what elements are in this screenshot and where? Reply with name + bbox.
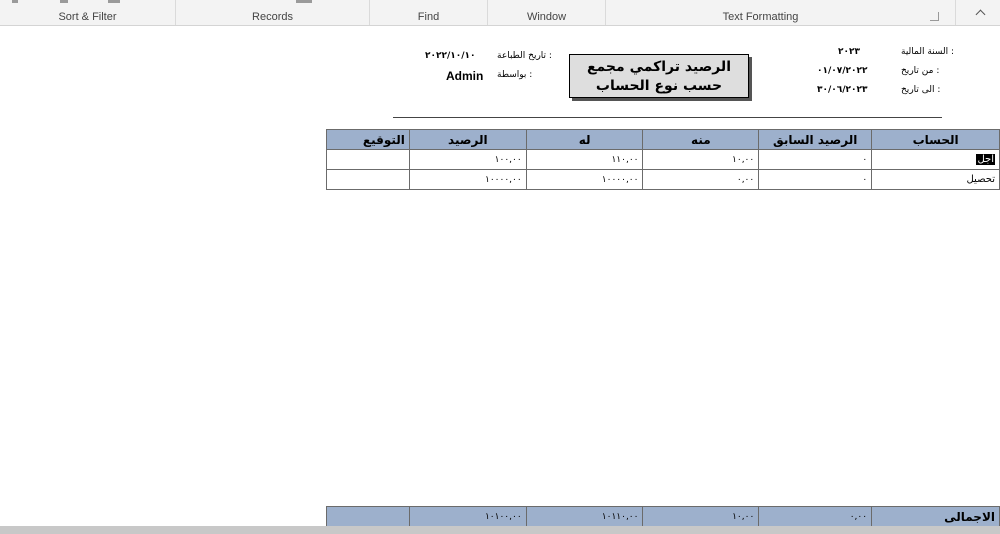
cell-credit: ١١٠,٠٠: [525, 149, 644, 170]
cell-signature: [326, 169, 410, 190]
report-table: التوقيع الرصيد له منه الرصيد السابق الحس…: [326, 129, 1000, 190]
print-date-value: ٢٠٢٢/١٠/١٠: [425, 51, 476, 61]
totals-table: ١٠١٠٠,٠٠ ١٠١١٠,٠٠ ١٠,٠٠ ٠,٠٠ الاجمالى: [326, 506, 1000, 527]
ribbon-group-find: Find: [370, 0, 488, 25]
header-divider: [393, 117, 942, 118]
table-row: ١٠٠٠٠,٠٠ ١٠٠٠٠,٠٠ ٠,٠٠ ٠ تحصيل: [326, 169, 1000, 190]
col-header-prev-balance: الرصيد السابق: [758, 129, 873, 150]
by-label: بواسطة :: [497, 70, 533, 80]
to-date-label: الى تاريخ :: [901, 85, 941, 95]
ribbon-group-sort-filter: Sort & Filter: [0, 0, 176, 25]
cell-account-selected-text[interactable]: آجل: [976, 154, 995, 165]
fiscal-year-label: السنة المالية :: [901, 47, 955, 57]
ribbon-group-text-formatting: Text Formatting: [606, 0, 956, 25]
ribbon: Sort & Filter Records Find Window Text F…: [0, 0, 1000, 26]
to-date-value: ٣٠/٠٦/٢٠٢٣: [817, 85, 868, 95]
from-date-label: من تاريخ :: [901, 66, 940, 76]
report-title: الرصيد تراكمي مجمع حسب نوع الحساب: [569, 54, 749, 98]
col-header-credit: له: [525, 129, 644, 150]
table-row: ١٠٠,٠٠ ١١٠,٠٠ ١٠,٠٠ ٠ آجل: [326, 149, 1000, 170]
cell-credit: ١٠٠٠٠,٠٠: [525, 169, 644, 190]
col-header-signature: التوقيع: [326, 129, 410, 150]
report-canvas: السنة المالية : ٢٠٢٣ من تاريخ : ٠١/٠٧/٢٠…: [0, 26, 1000, 527]
print-date-label: تاريخ الطباعة :: [497, 51, 552, 61]
totals-row: ١٠١٠٠,٠٠ ١٠١١٠,٠٠ ١٠,٠٠ ٠,٠٠ الاجمالى: [326, 506, 1000, 527]
collapse-ribbon-icon[interactable]: [974, 7, 988, 20]
from-date-value: ٠١/٠٧/٢٠٢٢: [817, 66, 868, 76]
total-signature: [326, 506, 410, 527]
cell-balance: ١٠٠٠٠,٠٠: [408, 169, 527, 190]
ribbon-group-label: Find: [417, 11, 440, 23]
total-debit: ١٠,٠٠: [642, 506, 760, 527]
ribbon-group-label: Window: [526, 11, 567, 23]
total-prev-balance: ٠,٠٠: [758, 506, 873, 527]
by-value: Admin: [446, 69, 484, 83]
ribbon-group-records: Records: [176, 0, 370, 25]
cell-debit: ١٠,٠٠: [642, 149, 760, 170]
cell-balance: ١٠٠,٠٠: [408, 149, 527, 170]
cell-debit: ٠,٠٠: [642, 169, 760, 190]
ribbon-group-window: Window: [488, 0, 606, 25]
cell-prev-balance: ٠: [758, 169, 873, 190]
cell-signature: [326, 149, 410, 170]
horizontal-scrollbar[interactable]: [0, 526, 1000, 534]
ribbon-group-label: Sort & Filter: [58, 11, 117, 23]
col-header-balance: الرصيد: [408, 129, 527, 150]
cell-prev-balance: ٠: [758, 149, 873, 170]
fiscal-year-value: ٢٠٢٣: [838, 47, 860, 57]
ribbon-group-label: Records: [252, 11, 293, 23]
col-header-account: الحساب: [871, 129, 1000, 150]
table-header-row: التوقيع الرصيد له منه الرصيد السابق الحس…: [326, 129, 1000, 150]
cell-account[interactable]: آجل: [871, 149, 1000, 170]
total-credit: ١٠١١٠,٠٠: [525, 506, 644, 527]
dialog-launcher-icon[interactable]: [930, 12, 939, 21]
total-label: الاجمالى: [871, 506, 1000, 527]
col-header-debit: منه: [642, 129, 760, 150]
cell-account[interactable]: تحصيل: [871, 169, 1000, 190]
total-balance: ١٠١٠٠,٠٠: [408, 506, 527, 527]
ribbon-group-label: Text Formatting: [722, 11, 799, 23]
